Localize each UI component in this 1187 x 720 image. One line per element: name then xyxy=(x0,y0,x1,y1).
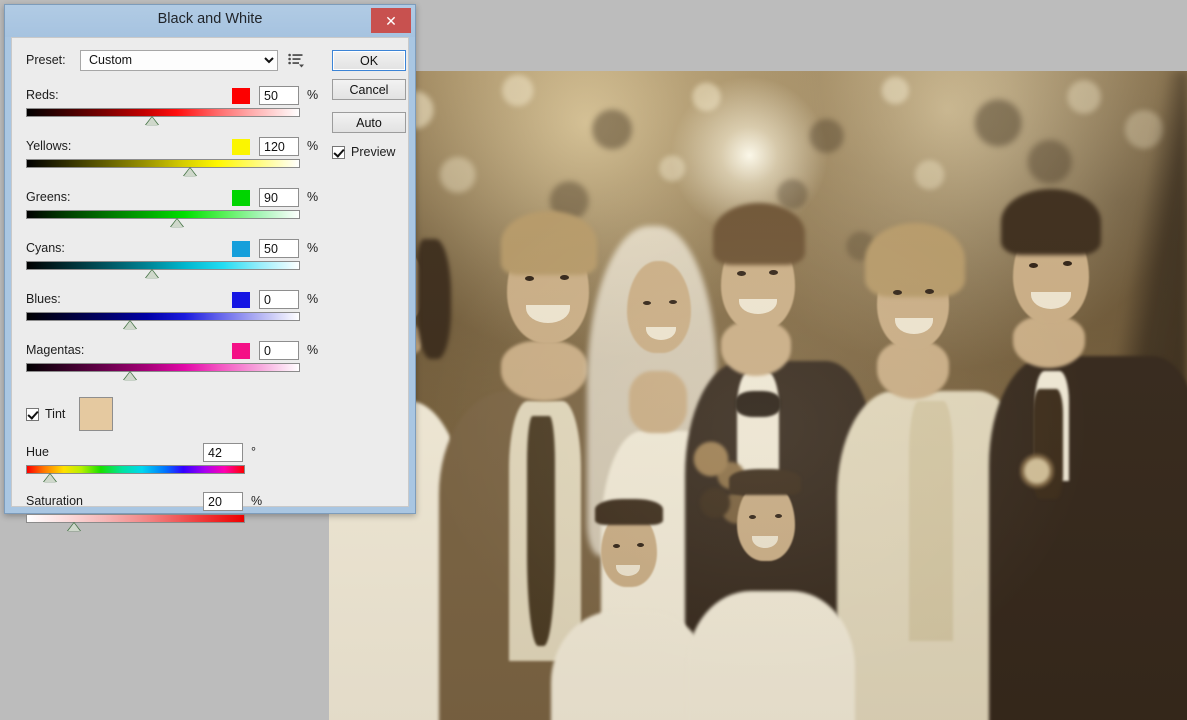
channel-value-input[interactable] xyxy=(259,137,299,156)
channel-track[interactable] xyxy=(26,159,300,168)
dialog-title: Black and White xyxy=(157,11,263,27)
channel-value-input[interactable] xyxy=(259,239,299,258)
tint-row: Tint xyxy=(26,397,326,431)
channel-label: Reds: xyxy=(26,88,59,102)
preview-checkbox[interactable] xyxy=(332,145,345,159)
channel-label: Yellows: xyxy=(26,139,72,153)
channel-color-swatch xyxy=(232,292,250,308)
black-and-white-dialog: Black and White ✕ Preset: DefaultBlue Fi… xyxy=(4,4,416,531)
channel-unit: % xyxy=(307,139,319,153)
channel-color-swatch xyxy=(232,241,250,257)
channel-value-input[interactable] xyxy=(259,341,299,360)
cancel-button[interactable]: Cancel xyxy=(332,79,406,100)
channel-thumb[interactable] xyxy=(123,371,138,381)
channel-label: Greens: xyxy=(26,190,71,204)
channel-thumb[interactable] xyxy=(169,218,184,228)
channel-unit: % xyxy=(307,88,319,102)
hue-thumb[interactable] xyxy=(43,473,58,483)
preview-row: Preview xyxy=(332,145,406,159)
channel-track[interactable] xyxy=(26,363,300,372)
channel-thumb[interactable] xyxy=(183,167,198,177)
hue-input[interactable] xyxy=(203,443,243,462)
channel-label: Blues: xyxy=(26,292,61,306)
document-canvas[interactable] xyxy=(329,47,1187,720)
tint-label: Tint xyxy=(45,407,66,421)
channel-track[interactable] xyxy=(26,261,300,270)
dialog-titlebar[interactable]: Black and White ✕ xyxy=(5,5,415,37)
preset-menu-icon[interactable] xyxy=(287,51,305,69)
ok-button[interactable]: OK xyxy=(332,50,406,71)
channel-label: Magentas: xyxy=(26,343,85,357)
saturation-track[interactable] xyxy=(26,514,245,523)
channel-value-input[interactable] xyxy=(259,188,299,207)
channel-value-input[interactable] xyxy=(259,86,299,105)
saturation-label: Saturation xyxy=(26,494,83,508)
channel-row: Cyans:% xyxy=(26,239,326,279)
photoshop-workspace: Black and White ✕ Preset: DefaultBlue Fi… xyxy=(0,0,1187,720)
photo-viewport xyxy=(329,71,1187,720)
tint-checkbox[interactable] xyxy=(26,407,39,421)
channel-value-input[interactable] xyxy=(259,290,299,309)
channel-label: Cyans: xyxy=(26,241,65,255)
controls-column: Preset: DefaultBlue FilterCustomDarkerGr… xyxy=(26,48,326,541)
channel-unit: % xyxy=(307,292,319,306)
saturation-thumb[interactable] xyxy=(67,522,82,532)
channel-row: Blues:% xyxy=(26,290,326,330)
action-buttons-column: OK Cancel Auto Preview xyxy=(332,50,406,159)
channel-row: Yellows:% xyxy=(26,137,326,177)
channel-color-swatch xyxy=(232,139,250,155)
channel-row: Reds:% xyxy=(26,86,326,126)
channel-row: Magentas:% xyxy=(26,341,326,381)
channel-color-swatch xyxy=(232,343,250,359)
dialog-body: Preset: DefaultBlue FilterCustomDarkerGr… xyxy=(11,37,409,531)
tint-color-swatch[interactable] xyxy=(79,397,114,431)
channel-thumb[interactable] xyxy=(145,269,160,279)
hue-unit: ° xyxy=(251,445,256,459)
channel-thumb[interactable] xyxy=(123,320,138,330)
saturation-unit: % xyxy=(251,494,263,508)
channel-row: Greens:% xyxy=(26,188,326,228)
channel-unit: % xyxy=(307,343,319,357)
preview-label: Preview xyxy=(351,145,396,159)
hue-label: Hue xyxy=(26,445,49,459)
channel-track[interactable] xyxy=(26,312,300,321)
hue-track[interactable] xyxy=(26,465,245,474)
channel-sliders: Reds:%Yellows:%Greens:%Cyans:%Blues:%Mag… xyxy=(26,86,326,381)
channel-color-swatch xyxy=(232,190,250,206)
channel-color-swatch xyxy=(232,88,250,104)
channel-thumb[interactable] xyxy=(145,116,160,126)
preset-row: Preset: DefaultBlue FilterCustomDarkerGr… xyxy=(26,48,326,72)
channel-track[interactable] xyxy=(26,108,300,117)
preset-select[interactable]: DefaultBlue FilterCustomDarkerGreen Filt… xyxy=(80,49,278,71)
saturation-row: Saturation % xyxy=(26,492,326,532)
auto-button[interactable]: Auto xyxy=(332,112,406,133)
preset-label: Preset: xyxy=(26,53,66,67)
channel-unit: % xyxy=(307,241,319,255)
close-icon[interactable]: ✕ xyxy=(371,8,411,33)
channel-track[interactable] xyxy=(26,210,300,219)
channel-unit: % xyxy=(307,190,319,204)
saturation-input[interactable] xyxy=(203,492,243,511)
sepia-wedding-photo xyxy=(329,71,1187,720)
hue-row: Hue ° xyxy=(26,443,326,483)
